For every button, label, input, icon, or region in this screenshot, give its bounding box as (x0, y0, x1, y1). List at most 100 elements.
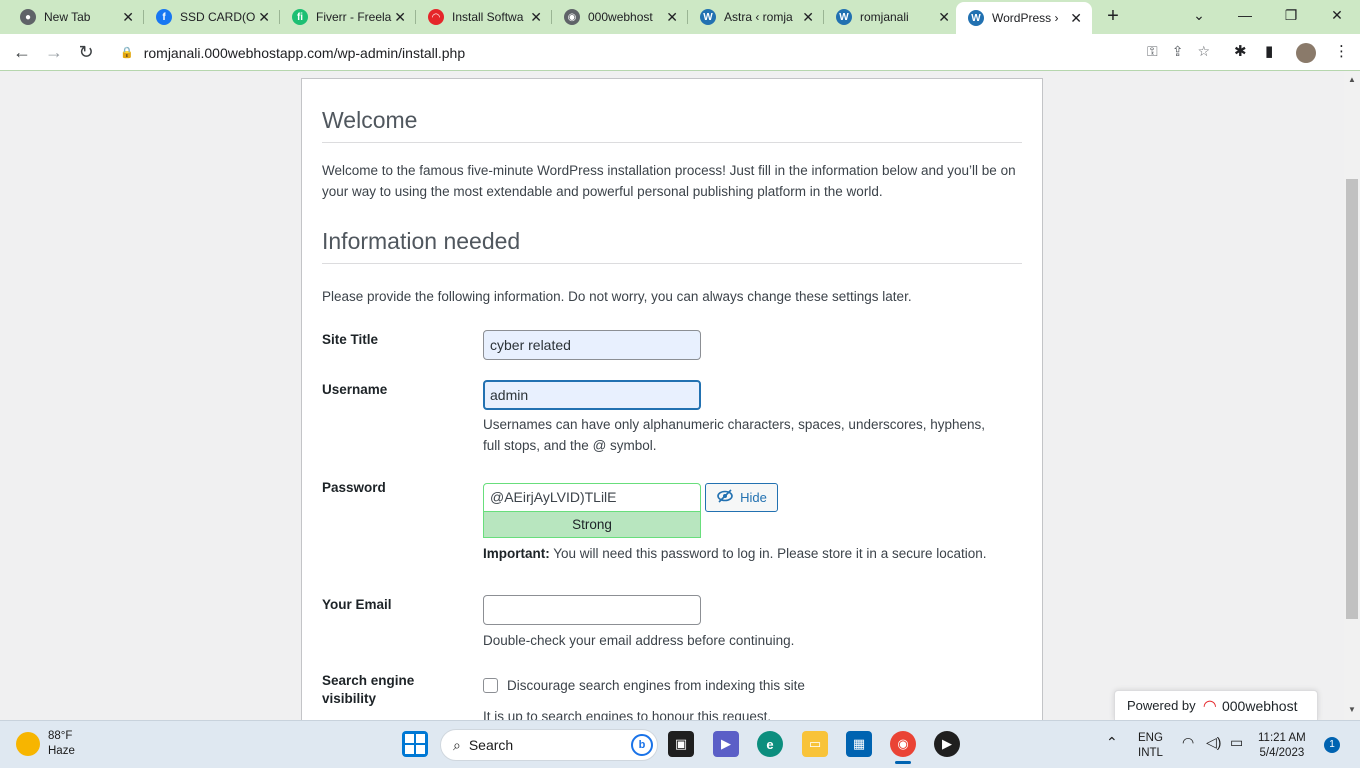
edge-icon[interactable]: e (757, 731, 783, 757)
tab-separator (279, 10, 280, 24)
tab-close-icon[interactable]: ✕ (800, 9, 816, 26)
windows-start-icon[interactable] (402, 731, 428, 757)
windows-taskbar: 88°F Haze ⌕ Search b ▣ ▶ e ▭ ▦ ◉ ▶ ⌃ ENG… (0, 720, 1360, 768)
tab-6[interactable]: W Astra ‹ romja ✕ (688, 0, 824, 34)
tab-5[interactable]: ◉ 000webhost ✕ (552, 0, 688, 34)
bing-icon[interactable]: b (631, 734, 653, 756)
extensions-icon[interactable]: ✱ (1234, 42, 1247, 60)
key-icon[interactable]: ⚿ (1147, 43, 1158, 60)
tab-close-icon[interactable]: ✕ (936, 9, 952, 26)
file-explorer-icon[interactable]: ▭ (802, 731, 828, 757)
search-description: It is up to search engines to honour thi… (483, 709, 772, 720)
tab-strip: + ⌄ — ❐ ✕ ● New Tab ✕ f SSD CARD(O ✕ fi Fiverr … (0, 0, 1360, 34)
restore-icon[interactable]: ❐ (1268, 4, 1314, 26)
site-title-input[interactable]: cyber related (483, 330, 701, 360)
battery-icon[interactable]: ▭ (1230, 735, 1243, 750)
task-view-icon[interactable]: ▣ (668, 731, 694, 757)
chrome-taskbar-icon[interactable]: ◉ (890, 731, 916, 757)
taskbar-search[interactable]: ⌕ Search b (440, 729, 658, 761)
discourage-search-checkbox[interactable] (483, 678, 498, 693)
address-bar[interactable]: 🔒 romjanali.000webhostapp.com/wp-admin/i… (108, 38, 1220, 67)
tab-close-icon[interactable]: ✕ (664, 9, 680, 26)
tab-label: New Tab (44, 10, 91, 24)
username-description: Usernames can have only alphanumeric cha… (483, 417, 986, 453)
tab-7[interactable]: Wromjanali ✕ (824, 0, 960, 34)
wifi-icon[interactable]: ◠ (1182, 735, 1194, 750)
powered-by-badge[interactable]: Powered by ◠ 000webhost (1114, 690, 1318, 720)
tab-2[interactable]: f SSD CARD(O ✕ (144, 0, 280, 34)
new-tab-button[interactable]: + (1102, 5, 1124, 28)
tab-3[interactable]: fi Fiverr - Freela ✕ (280, 0, 416, 34)
lock-icon[interactable]: 🔒 (120, 46, 134, 59)
tab-label: Install Softwa (452, 10, 524, 24)
password-input[interactable]: @AEirjAyLVID)TLilE (483, 483, 701, 512)
tab-search-icon[interactable]: ⌄ (1176, 4, 1222, 26)
important-text: You will need this password to log in. P… (549, 546, 987, 561)
close-window-icon[interactable]: ✕ (1314, 4, 1360, 26)
search-visibility-label: Search engine visibility (322, 672, 414, 708)
powered-by-label: Powered by (1127, 698, 1196, 713)
wordpress-icon: W (968, 10, 984, 26)
lang-line2: INTL (1138, 747, 1163, 759)
tab-close-icon[interactable]: ✕ (528, 9, 544, 26)
url-text[interactable]: romjanali.000webhostapp.com/wp-admin/ins… (144, 45, 465, 61)
username-label: Username (322, 382, 388, 397)
menu-icon[interactable]: ⋮ (1334, 42, 1349, 60)
email-input[interactable] (483, 595, 701, 625)
tab-close-icon[interactable]: ✕ (120, 9, 136, 26)
reload-icon[interactable]: ↻ (74, 40, 98, 64)
browser-toolbar: ← → ↻ 🔒 romjanali.000webhostapp.com/wp-a… (0, 34, 1360, 71)
tab-label: 000webhost (588, 10, 653, 24)
tab-4[interactable]: ◠ Install Softwa ✕ (416, 0, 552, 34)
share-icon[interactable]: ⇪ (1172, 43, 1184, 60)
back-icon[interactable]: ← (10, 40, 34, 64)
wp-install-card: Welcome Welcome to the famous five-minut… (301, 78, 1043, 720)
language-indicator[interactable]: ENG INTL (1138, 731, 1163, 761)
facebook-icon: f (156, 9, 172, 25)
notification-badge[interactable]: 1 (1324, 737, 1340, 753)
clock[interactable]: 11:21 AM 5/4/2023 (1258, 731, 1306, 761)
weather-temp: 88°F (48, 730, 73, 742)
password-label: Password (322, 480, 386, 495)
tab-separator (823, 10, 824, 24)
weather-widget[interactable]: 88°F Haze (16, 729, 75, 759)
volume-icon[interactable]: ◁) (1206, 735, 1221, 750)
clock-time: 11:21 AM (1258, 732, 1306, 744)
search-label-line1: Search engine (322, 673, 415, 688)
page-scrollbar[interactable]: ▲ ▼ (1344, 71, 1360, 720)
bookmark-star-icon[interactable]: ☆ (1197, 43, 1210, 60)
welcome-text: Welcome to the famous five-minute WordPr… (322, 163, 1016, 199)
eye-slash-icon (716, 489, 734, 506)
tab-8[interactable]: W WordPress › ✕ (956, 2, 1092, 34)
info-text: Please provide the following information… (322, 289, 912, 304)
profile-avatar[interactable] (1296, 43, 1316, 63)
scroll-up-icon[interactable]: ▲ (1344, 75, 1360, 84)
tab-close-icon[interactable]: ✕ (392, 9, 408, 26)
minimize-icon[interactable]: — (1222, 4, 1268, 26)
username-input[interactable]: admin (483, 380, 701, 410)
hide-password-button[interactable]: Hide (705, 483, 778, 512)
media-player-icon[interactable]: ▶ (934, 731, 960, 757)
search-label-line2: visibility (322, 691, 377, 706)
scroll-down-icon[interactable]: ▼ (1344, 705, 1360, 714)
tab-close-icon[interactable]: ✕ (1068, 10, 1084, 27)
tray-overflow-icon[interactable]: ⌃ (1106, 735, 1118, 750)
tab-label: Astra ‹ romja (724, 10, 793, 24)
email-label: Your Email (322, 597, 392, 612)
scroll-thumb[interactable] (1346, 179, 1358, 619)
microsoft-store-icon[interactable]: ▦ (846, 731, 872, 757)
tab-label: Fiverr - Freela (316, 10, 392, 24)
forward-icon[interactable]: → (42, 40, 66, 64)
side-panel-icon[interactable]: ▮ (1265, 42, 1273, 60)
chrome-icon: ● (20, 9, 36, 25)
teams-icon[interactable]: ▶ (713, 731, 739, 757)
tab-close-icon[interactable]: ✕ (256, 9, 272, 26)
tab-label: WordPress › (992, 11, 1059, 25)
hide-button-label: Hide (740, 490, 767, 505)
tab-separator (415, 10, 416, 24)
chrome-active-indicator (895, 761, 911, 764)
tab-label: SSD CARD(O (180, 10, 256, 24)
discourage-search-label[interactable]: Discourage search engines from indexing … (507, 677, 805, 695)
wordpress-icon: W (836, 9, 852, 25)
tab-1[interactable]: ● New Tab ✕ (8, 0, 144, 34)
